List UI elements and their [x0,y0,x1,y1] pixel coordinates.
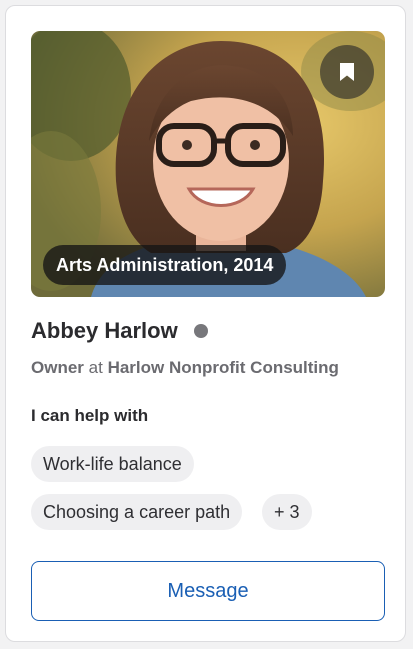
name-row: Abbey Harlow [31,318,208,344]
message-button[interactable]: Message [31,561,385,621]
role-title: Owner [31,358,84,377]
profile-name: Abbey Harlow [31,318,178,343]
status-dot-icon [193,324,208,338]
profile-photo: Arts Administration, 2014 [31,31,385,297]
help-heading: I can help with [31,406,149,425]
program-badge: Arts Administration, 2014 [43,245,287,285]
bookmark-button[interactable] [320,45,374,99]
bookmark-icon [340,63,354,81]
mentor-card: Arts Administration, 2014 Abbey Harlow O… [5,5,406,642]
topic-chip: Choosing a career path [31,494,243,530]
topic-chip: Work-life balance [31,446,194,482]
profile-role: Owner at Harlow Nonprofit Consulting [31,358,339,378]
more-topics-chip[interactable]: + 3 [262,494,312,530]
organization-name: Harlow Nonprofit Consulting [107,358,339,377]
role-connector: at [88,358,103,377]
